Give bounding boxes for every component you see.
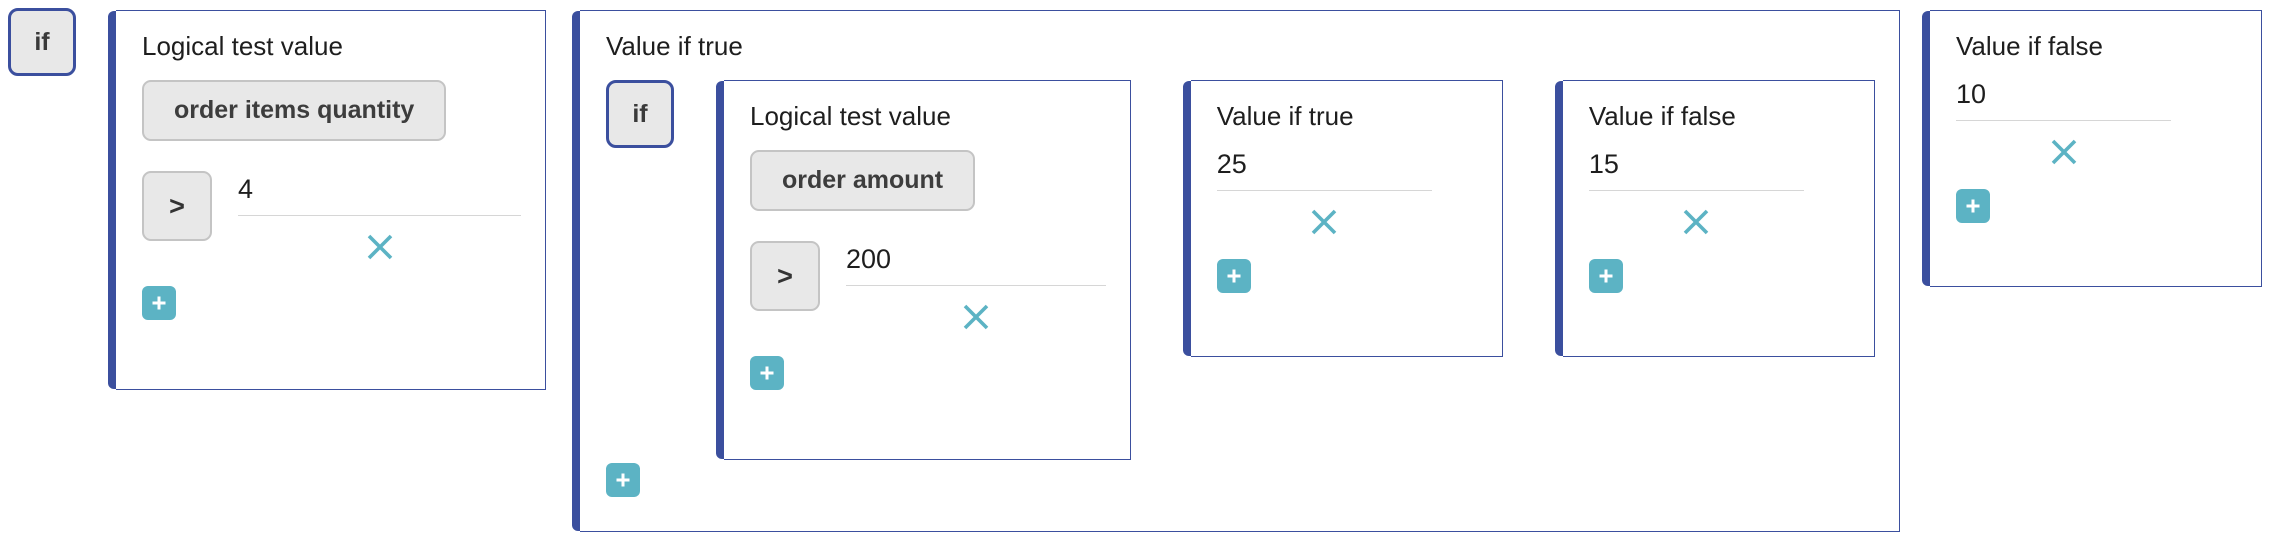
root-logical-test-token[interactable]: order items quantity <box>142 80 447 142</box>
plus-icon <box>1966 199 1980 213</box>
close-icon[interactable] <box>363 230 397 264</box>
root-value-if-false-title: Value if false <box>1956 31 2103 61</box>
root-logical-test-add-button[interactable] <box>142 286 176 321</box>
nested-value-if-true-add-button[interactable] <box>1216 259 1251 294</box>
root-condition-row: > 4 <box>142 171 521 264</box>
nested-logical-test-title: Logical test value <box>750 101 951 132</box>
nested-if-chip[interactable]: if <box>606 80 674 149</box>
field-underline <box>1588 190 1804 192</box>
root-value-if-false-card: Value if false 10 <box>1922 10 2262 287</box>
close-icon[interactable] <box>1307 205 1341 239</box>
field-underline <box>846 285 1106 287</box>
field-underline <box>1956 120 2171 122</box>
close-icon[interactable] <box>2047 135 2081 169</box>
nested-logical-test-token[interactable]: order amount <box>750 150 976 212</box>
root-value-if-false-value[interactable]: 10 <box>1956 79 2171 120</box>
root-value-if-true-card: Value if true if Logical test value orde… <box>572 10 1900 532</box>
nested-logical-test-add-button[interactable] <box>750 356 784 391</box>
root-operator-button[interactable]: > <box>142 171 212 242</box>
nested-condition-row: > 200 <box>750 241 1106 334</box>
nested-compare-value-field[interactable]: 200 <box>846 245 1106 287</box>
close-icon[interactable] <box>959 300 993 334</box>
field-underline <box>1216 190 1432 192</box>
card-body: Value if true 25 <box>1191 81 1502 315</box>
nested-operator-button[interactable]: > <box>750 241 820 312</box>
nested-value-if-true-card: Value if true 25 <box>1182 80 1503 358</box>
root-value-if-true-add-button[interactable] <box>606 463 640 497</box>
nested-compare-value[interactable]: 200 <box>846 245 1106 285</box>
root-value-if-false-add-button[interactable] <box>1956 189 1990 224</box>
card-body: Logical test value order amount > 200 <box>724 81 1130 412</box>
plus-icon <box>616 473 630 487</box>
plus-icon <box>1227 269 1241 283</box>
formula-builder-canvas: if Logical test value order items quanti… <box>0 0 2272 552</box>
nested-value-if-true-value[interactable]: 25 <box>1217 150 1432 190</box>
nested-if-row: if Logical test value order amount > 200 <box>606 80 1875 461</box>
plus-icon <box>1599 269 1613 283</box>
nested-value-if-false-title: Value if false <box>1588 101 1736 132</box>
nested-value-if-false-field[interactable]: 15 <box>1588 150 1804 192</box>
plus-icon <box>760 366 774 380</box>
nested-value-if-false-add-button[interactable] <box>1588 259 1623 294</box>
root-value-if-true-title: Value if true <box>606 31 743 61</box>
nested-value-if-true-field[interactable]: 25 <box>1216 150 1432 192</box>
root-compare-value[interactable]: 4 <box>238 174 521 215</box>
root-logical-test-card: Logical test value order items quantity … <box>108 10 546 390</box>
root-logical-test-title: Logical test value <box>142 31 343 61</box>
nested-value-if-true-title: Value if true <box>1216 101 1354 132</box>
root-if-chip[interactable]: if <box>8 8 76 76</box>
nested-value-if-false-card: Value if false 15 <box>1554 80 1875 358</box>
field-underline <box>238 215 521 217</box>
card-body: Value if false 10 <box>1930 11 2261 245</box>
root-value-if-false-field[interactable]: 10 <box>1956 79 2171 122</box>
root-compare-value-field[interactable]: 4 <box>238 174 521 217</box>
nested-logical-test-card: Logical test value order amount > 200 <box>716 80 1131 461</box>
close-icon[interactable] <box>1679 205 1713 239</box>
nested-value-if-false-value[interactable]: 15 <box>1589 150 1804 190</box>
card-body: Logical test value order items quantity … <box>116 11 545 342</box>
card-body: Value if false 15 <box>1563 81 1874 315</box>
plus-icon <box>152 296 166 310</box>
card-body: Value if true if Logical test value orde… <box>580 11 1899 497</box>
